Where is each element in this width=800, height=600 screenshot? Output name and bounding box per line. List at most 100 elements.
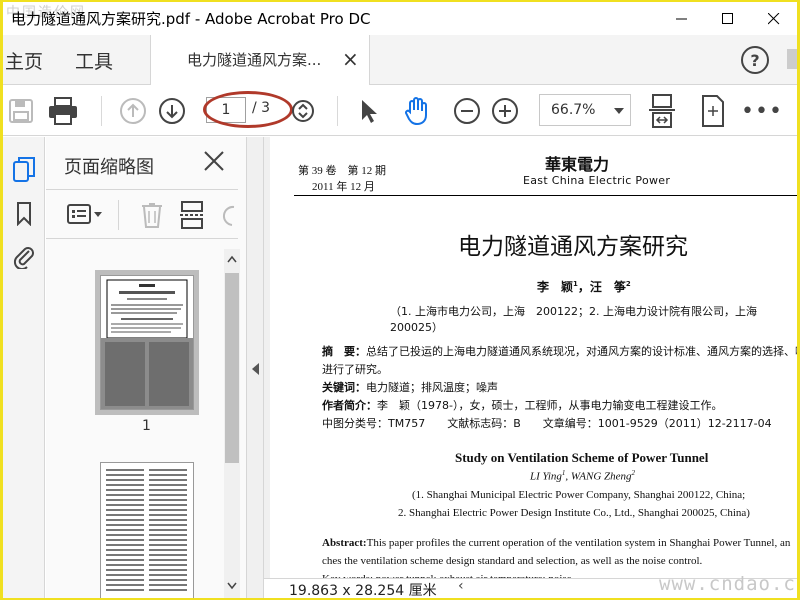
zoom-select[interactable]: 66.7% xyxy=(539,94,631,126)
panel-splitter[interactable] xyxy=(246,137,264,598)
hand-tool-button[interactable] xyxy=(399,93,435,129)
status-bar: 19.863 x 28.254 厘米 ‹ www.cndao.com xyxy=(264,573,797,598)
paper-title-cn: 电力隧道通风方案研究 xyxy=(458,234,688,260)
close-icon xyxy=(768,12,780,24)
select-tool-button[interactable] xyxy=(351,93,387,129)
zoom-value: 66.7% xyxy=(551,102,596,118)
next-page-button[interactable] xyxy=(154,93,190,129)
full-screen-icon xyxy=(702,95,724,127)
page-thumbnail-1[interactable] xyxy=(95,270,199,415)
more-tools-icon[interactable]: ••• xyxy=(741,93,782,129)
cursor-arrow-icon xyxy=(362,100,377,123)
insert-page-button[interactable] xyxy=(178,201,206,229)
attachments-button[interactable] xyxy=(3,239,45,273)
affiliation-en-1: (1. Shanghai Municipal Electric Power Co… xyxy=(412,489,746,501)
nav-bar: 主页 工具 电力隧道通风方案... × ? xyxy=(3,35,797,85)
close-icon xyxy=(204,151,224,171)
zoom-out-icon xyxy=(454,98,480,124)
previous-page-button[interactable] xyxy=(115,93,151,129)
fit-page-button[interactable] xyxy=(644,93,680,129)
zoom-out-button[interactable] xyxy=(449,93,485,129)
journal-header: 第 39 卷 第 12 期 2011 年 12 月 xyxy=(298,163,386,195)
affiliation-en-2: 2. Shanghai Electric Power Design Instit… xyxy=(398,507,750,519)
rotate-page-button[interactable] xyxy=(218,201,238,229)
document-view[interactable]: 第 39 卷 第 12 期 2011 年 12 月 華東電力 East Chin… xyxy=(264,137,797,598)
header-rule xyxy=(294,195,797,196)
nav-tools[interactable]: 工具 xyxy=(75,47,113,74)
window-title: 电力隧道通风方案研究.pdf - Adobe Acrobat Pro DC xyxy=(11,10,371,28)
minimize-button[interactable] xyxy=(659,2,705,35)
authors-cn: 李 颖1，汪 筝2 xyxy=(537,280,631,294)
toolbar-divider xyxy=(101,96,102,126)
abstract-cn-line1: 摘 要：总结了已投运的上海电力隧道通风系统现况，对通风方案的设计标准、通风方案的… xyxy=(322,345,797,358)
document-tab-label: 电力隧道通风方案... xyxy=(187,51,322,69)
collapse-panel-icon[interactable] xyxy=(252,363,260,375)
page-scroll-button[interactable] xyxy=(285,93,321,129)
maximize-button[interactable] xyxy=(705,2,751,35)
page-dimensions: 19.863 x 28.254 厘米 xyxy=(289,583,437,598)
zoom-in-icon xyxy=(492,98,518,124)
insert-page-icon xyxy=(180,201,204,229)
thumbnail-panel: 页面缩略图 1 xyxy=(46,137,246,598)
keywords-cn: 关键词：电力隧道；排风温度；噪声 xyxy=(322,381,498,394)
fit-page-icon xyxy=(649,94,675,128)
highlight-oval xyxy=(203,91,293,128)
author-info: 作者简介：李 颖（1978-），女，硕士，工程师，从事电力输变电工程建设工作。 xyxy=(322,399,723,412)
panel-title: 页面缩略图 xyxy=(64,157,154,178)
zoom-in-button[interactable] xyxy=(487,93,523,129)
options-list-icon xyxy=(67,204,102,224)
panel-toolbar xyxy=(46,189,238,239)
scroll-left-icon[interactable]: ‹ xyxy=(458,578,464,594)
account-icon[interactable] xyxy=(787,49,797,69)
bookmarks-button[interactable] xyxy=(3,197,45,231)
close-window-button[interactable] xyxy=(751,2,797,35)
arrow-down-circle-icon xyxy=(159,98,185,124)
pdf-page: 第 39 卷 第 12 期 2011 年 12 月 華東電力 East Chin… xyxy=(270,137,797,587)
thumbnail-scrollbar[interactable] xyxy=(224,249,240,598)
paperclip-icon xyxy=(13,247,34,269)
page-thumbnail-2[interactable] xyxy=(100,462,194,598)
full-screen-button[interactable] xyxy=(695,93,731,129)
close-panel-button[interactable] xyxy=(200,147,228,175)
document-tab[interactable]: 电力隧道通风方案... × xyxy=(150,35,370,85)
bookmark-icon xyxy=(17,202,31,226)
chevron-down-icon xyxy=(614,108,624,114)
classification-line: 中图分类号：TM757 文献标志码：B 文章编号：1001-9529（2011）… xyxy=(322,417,772,430)
arrow-up-circle-icon xyxy=(120,98,146,124)
print-icon xyxy=(49,97,77,125)
paper-title-en: Study on Ventilation Scheme of Power Tun… xyxy=(455,450,709,465)
affiliation-cn: （1. 上海市电力公司，上海 200122；2. 上海电力设计院有限公司，上海 … xyxy=(390,305,768,334)
abstract-cn-line2: 进行了研究。 xyxy=(322,363,388,376)
hand-icon xyxy=(405,97,427,126)
left-rail xyxy=(3,137,45,598)
thumbnail-label-1: 1 xyxy=(142,418,151,434)
toolbar-divider xyxy=(337,96,338,126)
title-bar: 中国造价网 电力隧道通风方案研究.pdf - Adobe Acrobat Pro… xyxy=(3,2,797,35)
scrollbar-thumb[interactable] xyxy=(225,273,239,463)
journal-name: 華東電力 xyxy=(545,155,610,174)
nav-home[interactable]: 主页 xyxy=(5,47,43,74)
help-icon[interactable]: ? xyxy=(741,46,769,74)
pages-icon xyxy=(13,157,35,182)
page-thumbnail-preview xyxy=(101,463,193,598)
acrobat-window: 中国造价网 电力隧道通风方案研究.pdf - Adobe Acrobat Pro… xyxy=(3,2,797,598)
page-thumbnails-button[interactable] xyxy=(3,153,45,187)
watermark-bottom: www.cndao.com xyxy=(659,573,797,595)
abstract-en-line1: Abstract:This paper profiles the current… xyxy=(322,537,791,549)
options-menu-button[interactable] xyxy=(66,202,106,228)
trash-icon xyxy=(142,203,162,228)
scroll-up-icon[interactable] xyxy=(224,251,240,267)
scroll-updown-icon xyxy=(292,100,314,122)
maximize-icon xyxy=(722,12,733,24)
authors-en: LI Ying1, WANG Zheng2 xyxy=(530,469,636,483)
journal-date: 2011 年 12 月 xyxy=(312,181,375,193)
save-button[interactable] xyxy=(3,93,39,129)
journal-volume: 第 39 卷 第 12 期 xyxy=(298,165,386,177)
abstract-en-line2: ches the ventilation scheme design stand… xyxy=(322,555,703,567)
close-tab-icon[interactable]: × xyxy=(342,47,359,71)
minimize-icon xyxy=(676,18,687,19)
scroll-down-icon[interactable] xyxy=(224,578,240,594)
delete-page-button[interactable] xyxy=(138,201,166,229)
print-button[interactable] xyxy=(45,93,81,129)
panel-divider xyxy=(118,200,119,230)
